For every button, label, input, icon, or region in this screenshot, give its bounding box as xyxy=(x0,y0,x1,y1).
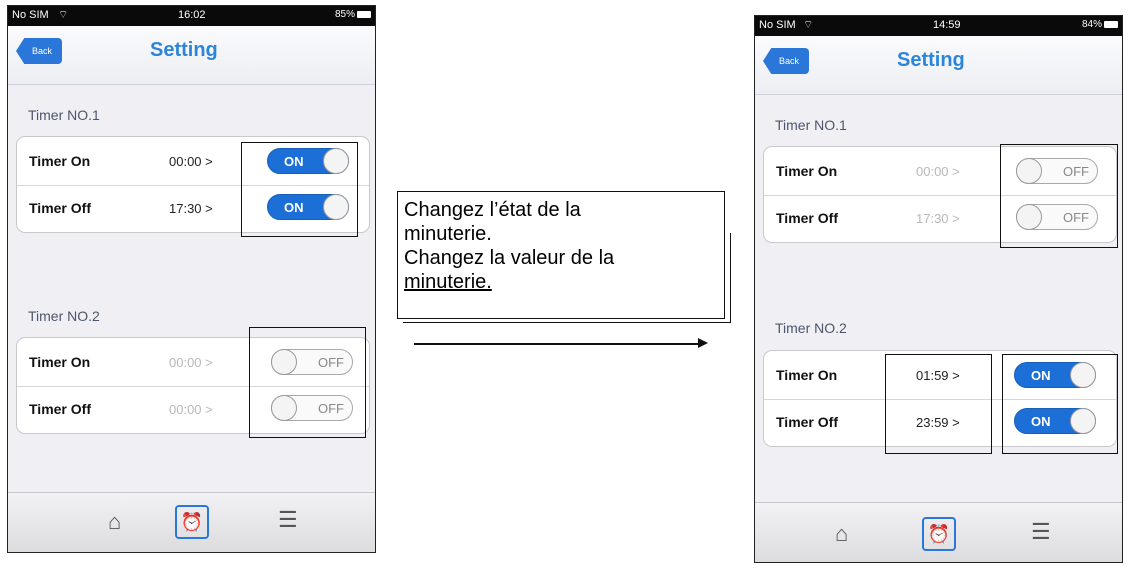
timer-value[interactable]: 00:00 > xyxy=(169,154,213,169)
timer-off-label: Timer Off xyxy=(776,414,838,430)
timer-off-label: Timer Off xyxy=(776,210,838,226)
timer-value[interactable]: 00:00 > xyxy=(169,355,213,370)
timer-value[interactable]: 00:00 > xyxy=(916,164,960,179)
timer-value[interactable]: 00:00 > xyxy=(169,402,213,417)
alarm-clock-icon[interactable]: ⏰ xyxy=(922,517,956,551)
highlight-box-toggles xyxy=(241,142,358,237)
battery-indicator: 85% xyxy=(335,9,371,20)
carrier-text: No SIM xyxy=(12,9,49,21)
clock-text: 16:02 xyxy=(178,9,206,21)
timer-on-label: Timer On xyxy=(29,153,91,169)
timer-value[interactable]: 17:30 > xyxy=(916,211,960,226)
home-icon[interactable]: ⌂ xyxy=(108,509,121,535)
alarm-clock-icon[interactable]: ⏰ xyxy=(175,505,209,539)
home-icon[interactable]: ⌂ xyxy=(835,521,848,547)
tab-bar: ⌂ ⏰ ☰ xyxy=(755,502,1122,562)
battery-text: 84% xyxy=(1081,19,1102,30)
callout-line: Changez l’état de la xyxy=(404,199,581,221)
back-button[interactable]: Back xyxy=(16,38,62,64)
clock-text: 14:59 xyxy=(933,19,961,31)
list-icon[interactable]: ☰ xyxy=(1031,519,1051,545)
list-icon[interactable]: ☰ xyxy=(278,507,298,533)
page-title: Setting xyxy=(150,39,218,61)
timer2-heading: Timer NO.2 xyxy=(28,308,100,324)
callout-box: Changez l’état de la minuterie. Changez … xyxy=(397,191,725,319)
timer-off-label: Timer Off xyxy=(29,401,91,417)
status-bar: No SIM ⌔ 16:02 85% xyxy=(8,6,375,26)
wifi-icon: ⌔ xyxy=(803,19,814,31)
timer-on-label: Timer On xyxy=(776,163,838,179)
highlight-box-toggles xyxy=(1002,354,1118,454)
callout-line: Changez la valeur de la xyxy=(404,247,615,269)
page-title: Setting xyxy=(897,49,965,71)
timer-off-label: Timer Off xyxy=(29,200,91,216)
highlight-box-values xyxy=(885,354,992,454)
wifi-icon: ⌔ xyxy=(58,9,69,21)
timer1-heading: Timer NO.1 xyxy=(775,117,847,133)
timer1-heading: Timer NO.1 xyxy=(28,107,100,123)
callout-line: minuterie. xyxy=(404,271,492,293)
arrow-head xyxy=(698,338,708,348)
battery-icon xyxy=(1104,20,1118,28)
right-phone-screen: No SIM ⌔ 14:59 84% Back Setting Timer NO… xyxy=(754,15,1123,563)
battery-indicator: 84% xyxy=(1082,19,1118,30)
callout-line: minuterie. xyxy=(404,223,492,245)
timer-value[interactable]: 17:30 > xyxy=(169,201,213,216)
left-phone-screen: No SIM ⌔ 16:02 85% Back Setting Timer NO… xyxy=(7,5,376,553)
battery-icon xyxy=(357,10,371,18)
nav-bar: Back Setting xyxy=(8,26,375,85)
timer2-heading: Timer NO.2 xyxy=(775,320,847,336)
highlight-box-toggles xyxy=(1000,144,1118,248)
timer-on-label: Timer On xyxy=(776,367,838,383)
carrier-text: No SIM xyxy=(759,19,796,31)
battery-text: 85% xyxy=(334,9,355,20)
arrow-line xyxy=(414,343,700,345)
tab-bar: ⌂ ⏰ ☰ xyxy=(8,492,375,552)
nav-bar: Back Setting xyxy=(755,36,1122,95)
status-bar: No SIM ⌔ 14:59 84% xyxy=(755,16,1122,36)
back-button[interactable]: Back xyxy=(763,48,809,74)
highlight-box-toggles xyxy=(249,327,366,438)
timer-on-label: Timer On xyxy=(29,354,91,370)
